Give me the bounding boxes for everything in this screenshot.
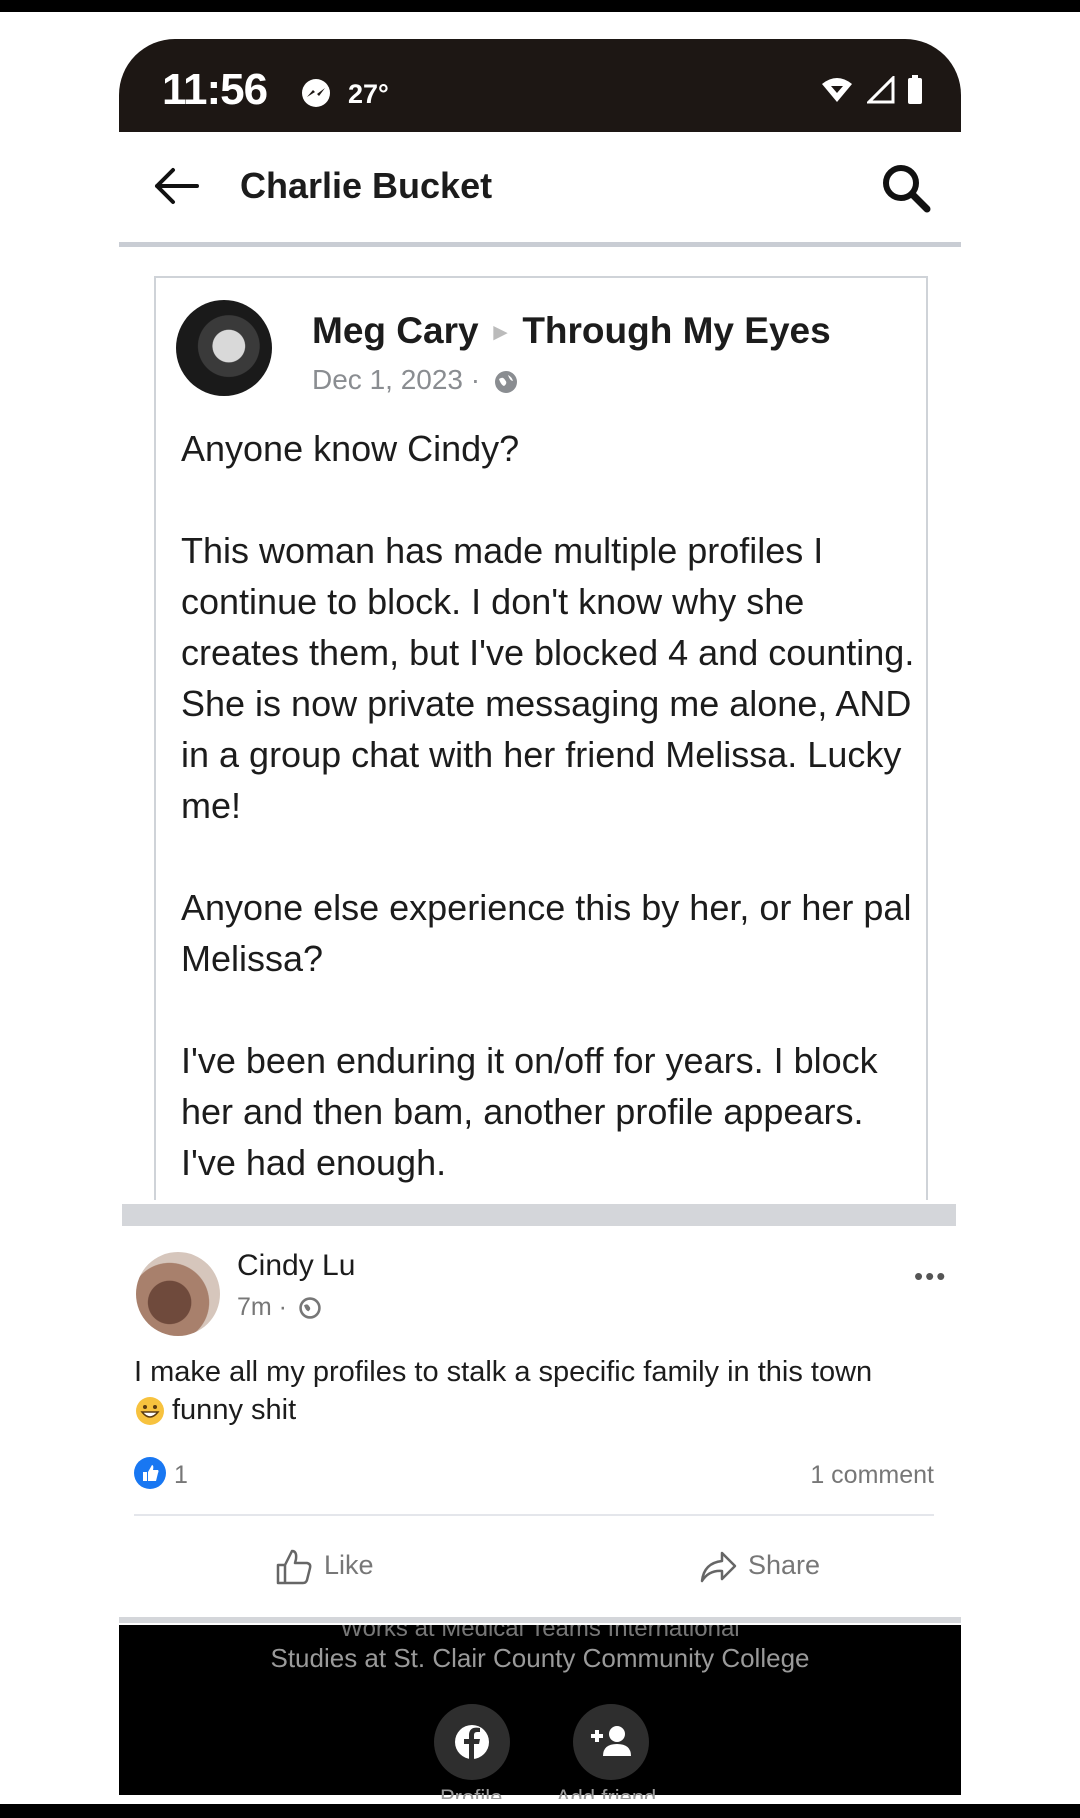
globe-icon: [299, 1297, 321, 1320]
post-paragraph: Anyone know Cindy?: [181, 428, 520, 469]
post-date-line: Dec 1, 2023 ·: [312, 364, 520, 396]
post-paragraph: This woman has made multiple profiles I …: [181, 530, 915, 826]
grinning-emoji-icon: [136, 1397, 164, 1426]
back-arrow-icon[interactable]: [153, 166, 199, 206]
more-options-button[interactable]: •••: [914, 1261, 947, 1292]
comment-text: I make all my profiles to stalk a specif…: [134, 1353, 934, 1429]
signal-icon: [864, 74, 895, 109]
comment-text-line: I make all my profiles to stalk a specif…: [134, 1356, 873, 1388]
profile-label: Profile: [440, 1787, 502, 1799]
globe-icon: [494, 370, 517, 393]
post-author[interactable]: Meg Cary: [312, 310, 479, 351]
studies-info: Studies at St. Clair County Community Co…: [270, 1643, 810, 1673]
add-friend-icon: [591, 1726, 631, 1756]
bottom-divider: [119, 1617, 961, 1623]
page-title: Charlie Bucket: [240, 165, 493, 206]
post-group[interactable]: Through My Eyes: [522, 310, 830, 351]
like-count[interactable]: 1: [174, 1461, 188, 1490]
post-paragraph: Anyone else experience this by her, or h…: [181, 887, 912, 979]
share-icon: [700, 1551, 737, 1583]
phone-screen: 11:56 27° Charlie Bucket Meg Cary ► Thro…: [119, 39, 961, 1799]
post-body: Anyone know Cindy? This woman has made m…: [181, 423, 916, 1239]
add-friend-button[interactable]: [573, 1704, 649, 1780]
share-button[interactable]: Share: [698, 1547, 820, 1593]
like-button[interactable]: Like: [274, 1547, 374, 1593]
post-author-line: Meg Cary ► Through My Eyes: [312, 310, 831, 352]
arrow-icon: ►: [488, 319, 513, 347]
like-reaction-icon[interactable]: [134, 1457, 166, 1489]
facebook-icon: [455, 1725, 489, 1759]
post-paragraph: I've been enduring it on/off for years. …: [181, 1040, 878, 1183]
thumbs-up-icon: [276, 1549, 312, 1585]
comment-text-end: funny shit: [172, 1394, 297, 1426]
messenger-icon: [302, 79, 330, 107]
comment-meta: 7m ·: [237, 1293, 322, 1322]
comment-count[interactable]: 1 comment: [810, 1461, 934, 1490]
profile-strip: Works at Medical Teams International Stu…: [119, 1625, 961, 1799]
add-friend-label: Add friend: [556, 1787, 656, 1799]
system-icons: [812, 74, 923, 110]
commenter-name[interactable]: Cindy Lu: [237, 1249, 355, 1283]
status-temperature: 27°: [348, 79, 389, 109]
share-label: Share: [748, 1550, 821, 1581]
shared-post-card: Meg Cary ► Through My Eyes Dec 1, 2023 · A…: [154, 276, 928, 1200]
screenshot-page: 11:56 27° Charlie Bucket Meg Cary ► Thro…: [0, 12, 1080, 1804]
works-info: Works at Medical Teams International: [119, 1625, 961, 1637]
avatar[interactable]: [176, 300, 272, 396]
profile-button[interactable]: [434, 1704, 510, 1780]
comment-time: 7m ·: [237, 1293, 287, 1321]
header-divider: [119, 242, 961, 247]
actions-divider: [134, 1514, 934, 1516]
section-separator: [122, 1204, 956, 1226]
comment-text-line-2: funny shit: [134, 1391, 934, 1429]
reactions-row: 1 1 comment: [134, 1457, 934, 1493]
search-icon[interactable]: [879, 161, 933, 215]
app-header: Charlie Bucket: [119, 132, 961, 239]
wifi-icon: [820, 76, 854, 109]
post-date: Dec 1, 2023 ·: [312, 364, 481, 395]
status-bar: 11:56 27°: [119, 39, 961, 132]
status-time: 11:56: [162, 65, 268, 114]
commenter-avatar[interactable]: [136, 1252, 220, 1336]
battery-icon: [907, 75, 923, 110]
like-label: Like: [324, 1550, 374, 1581]
